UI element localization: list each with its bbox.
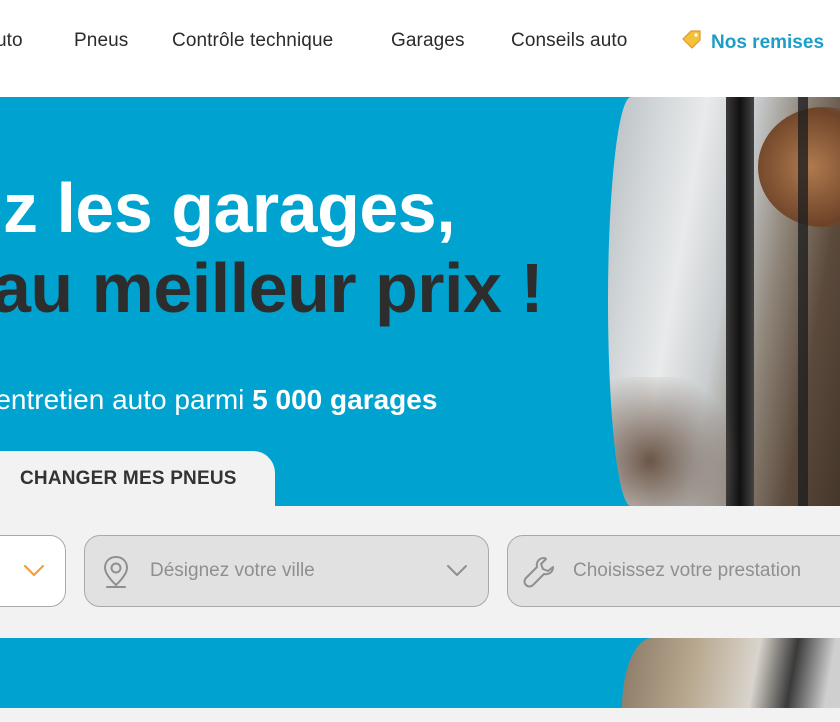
nav-item-garages[interactable]: Garages [391, 30, 465, 52]
chevron-down-icon [447, 565, 467, 576]
tab-label: CHANGER MES PNEUS [20, 468, 237, 489]
nav-item-conseils-auto[interactable]: Conseils auto [511, 30, 627, 52]
vehicle-select[interactable] [0, 535, 66, 607]
hero-title-line2: au meilleur prix ! [0, 249, 544, 327]
bottom-strip [0, 708, 840, 722]
top-navigation: uto Pneus Contrôle technique Garages Con… [0, 0, 840, 97]
service-select[interactable]: Choisissez votre prestation [507, 535, 840, 607]
secondary-banner [0, 638, 840, 708]
service-placeholder: Choisissez votre prestation [573, 560, 802, 581]
wrench-icon [523, 557, 554, 588]
tag-icon [682, 30, 701, 49]
tab-changer-mes-pneus[interactable]: CHANGER MES PNEUS [0, 451, 275, 507]
nav-item-nos-remises[interactable]: Nos remises [681, 30, 824, 54]
hero-title-line1: z les garages, [3, 169, 456, 247]
hero-subtitle-text: 'entretien auto parmi [0, 384, 253, 415]
location-pin-icon [103, 555, 129, 588]
nav-remises-label: Nos remises [711, 32, 825, 53]
city-select[interactable]: Désignez votre ville [84, 535, 489, 607]
nav-item-controle-technique[interactable]: Contrôle technique [172, 30, 333, 52]
secondary-banner-photo [622, 638, 840, 708]
hero-subtitle: 'entretien auto parmi 5 000 garages [0, 384, 437, 416]
hero-subtitle-bold: 5 000 garages [252, 384, 438, 415]
nav-item-auto[interactable]: uto [0, 30, 23, 52]
nav-item-pneus[interactable]: Pneus [74, 30, 128, 52]
chevron-down-icon [23, 564, 45, 577]
city-placeholder: Désignez votre ville [150, 560, 315, 581]
hero-photo [608, 97, 840, 506]
